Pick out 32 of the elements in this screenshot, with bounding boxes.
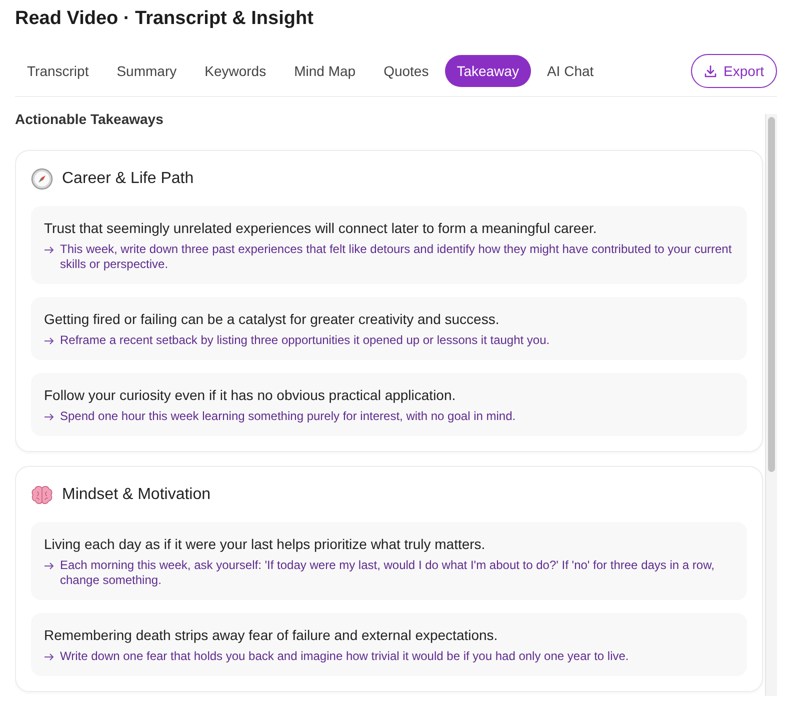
arrow-icon [44, 246, 54, 254]
insight-text: Remembering death strips away fear of failure and external expectations. [44, 626, 499, 644]
arrow-icon [44, 562, 54, 570]
section-title: Mindset & Motivation [62, 486, 211, 504]
page-title: Read Video · Transcript & Insight [15, 7, 314, 31]
tab[interactable]: Transcript [15, 55, 101, 87]
insight-text: Trust that seemingly unrelated experiences will connect later to form a meaningful career. [44, 219, 598, 237]
insight-text: Getting fired or failing can be a catalyst for greater creativity and success. [44, 310, 500, 328]
tab[interactable]: Quotes [372, 55, 441, 87]
tab[interactable]: Mind Map [282, 55, 368, 87]
tab[interactable]: Summary [104, 55, 189, 87]
section-title: Career & Life Path [62, 170, 194, 188]
action-text: This week, write down three past experiences that felt like detours and identify how they might have contributed to your current skills or perspective. [60, 242, 733, 272]
panel-heading: Actionable Takeaways [15, 111, 164, 129]
arrow-icon [44, 337, 54, 345]
insight-text: Living each day as if it were your last helps prioritize what truly matters. [44, 535, 486, 553]
scrollbar[interactable] [765, 114, 777, 696]
export-button[interactable]: Export [690, 54, 777, 88]
arrow-icon [44, 653, 54, 661]
action-text: Spend one hour this week learning something purely for interest, with no goal in mind. [60, 409, 516, 424]
action-text: Each morning this week, ask yourself: 'If today were my last, would I do what I'm about to do?' If 'no' for three days in a row, change something. [60, 558, 716, 588]
scrollbar-thumb[interactable] [768, 117, 775, 472]
tab[interactable]: AI Chat [534, 55, 606, 87]
action-text: Write down one fear that holds you back and imagine how trivial it would be if you had only one year to live. [60, 649, 629, 664]
tab[interactable]: Keywords [192, 55, 278, 87]
compass-icon [31, 168, 53, 190]
action-text: Reframe a recent setback by listing three opportunities it opened up or lessons it taught you. [60, 333, 550, 348]
brain-icon [31, 485, 53, 505]
arrow-icon [44, 413, 54, 421]
tab[interactable]: Takeaway [444, 55, 531, 87]
insight-text: Follow your curiosity even if it has no obvious practical application. [44, 386, 457, 404]
download-icon [704, 64, 717, 78]
